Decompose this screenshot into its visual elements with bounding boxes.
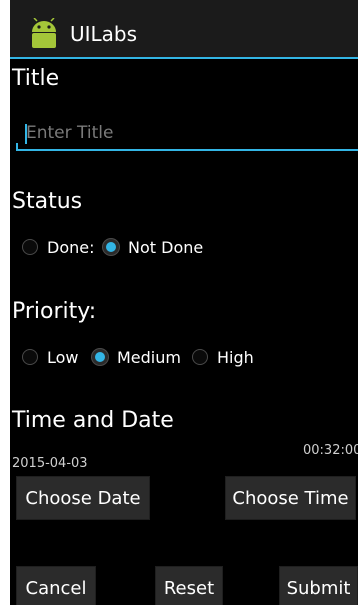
priority-high-label: High bbox=[217, 348, 254, 367]
title-label: Title bbox=[12, 66, 60, 91]
choose-date-button[interactable]: Choose Date bbox=[16, 476, 150, 520]
priority-low-label: Low bbox=[47, 348, 79, 367]
reset-button[interactable]: Reset bbox=[155, 566, 223, 605]
title-input[interactable] bbox=[24, 118, 348, 148]
submit-button[interactable]: Submit bbox=[279, 566, 358, 605]
choose-time-button[interactable]: Choose Time bbox=[225, 476, 356, 520]
app-title: UILabs bbox=[70, 22, 138, 46]
priority-high-radio[interactable] bbox=[192, 349, 208, 365]
title-field[interactable] bbox=[14, 112, 358, 152]
action-bar-divider bbox=[10, 57, 358, 59]
action-bar: UILabs bbox=[10, 0, 358, 57]
status-label: Status bbox=[12, 189, 83, 214]
priority-medium-label: Medium bbox=[117, 348, 181, 367]
status-done-label: Done: bbox=[47, 238, 95, 257]
status-done-radio[interactable] bbox=[22, 239, 38, 255]
priority-low-radio[interactable] bbox=[22, 349, 38, 365]
date-value: 2015-04-03 bbox=[12, 456, 88, 471]
app-screen: UILabs Title Status Done: Not Done Prior… bbox=[10, 0, 358, 605]
priority-medium-radio[interactable] bbox=[92, 349, 108, 365]
time-value: 00:32:00 bbox=[303, 443, 358, 458]
cancel-button[interactable]: Cancel bbox=[16, 566, 96, 605]
priority-label: Priority: bbox=[12, 299, 97, 324]
input-underline-tick bbox=[16, 143, 18, 151]
text-cursor bbox=[25, 124, 27, 144]
android-icon bbox=[32, 18, 56, 48]
status-not-done-radio[interactable] bbox=[103, 239, 119, 255]
status-not-done-label: Not Done bbox=[128, 238, 204, 257]
time-and-date-label: Time and Date bbox=[12, 408, 174, 433]
input-underline bbox=[16, 149, 358, 151]
